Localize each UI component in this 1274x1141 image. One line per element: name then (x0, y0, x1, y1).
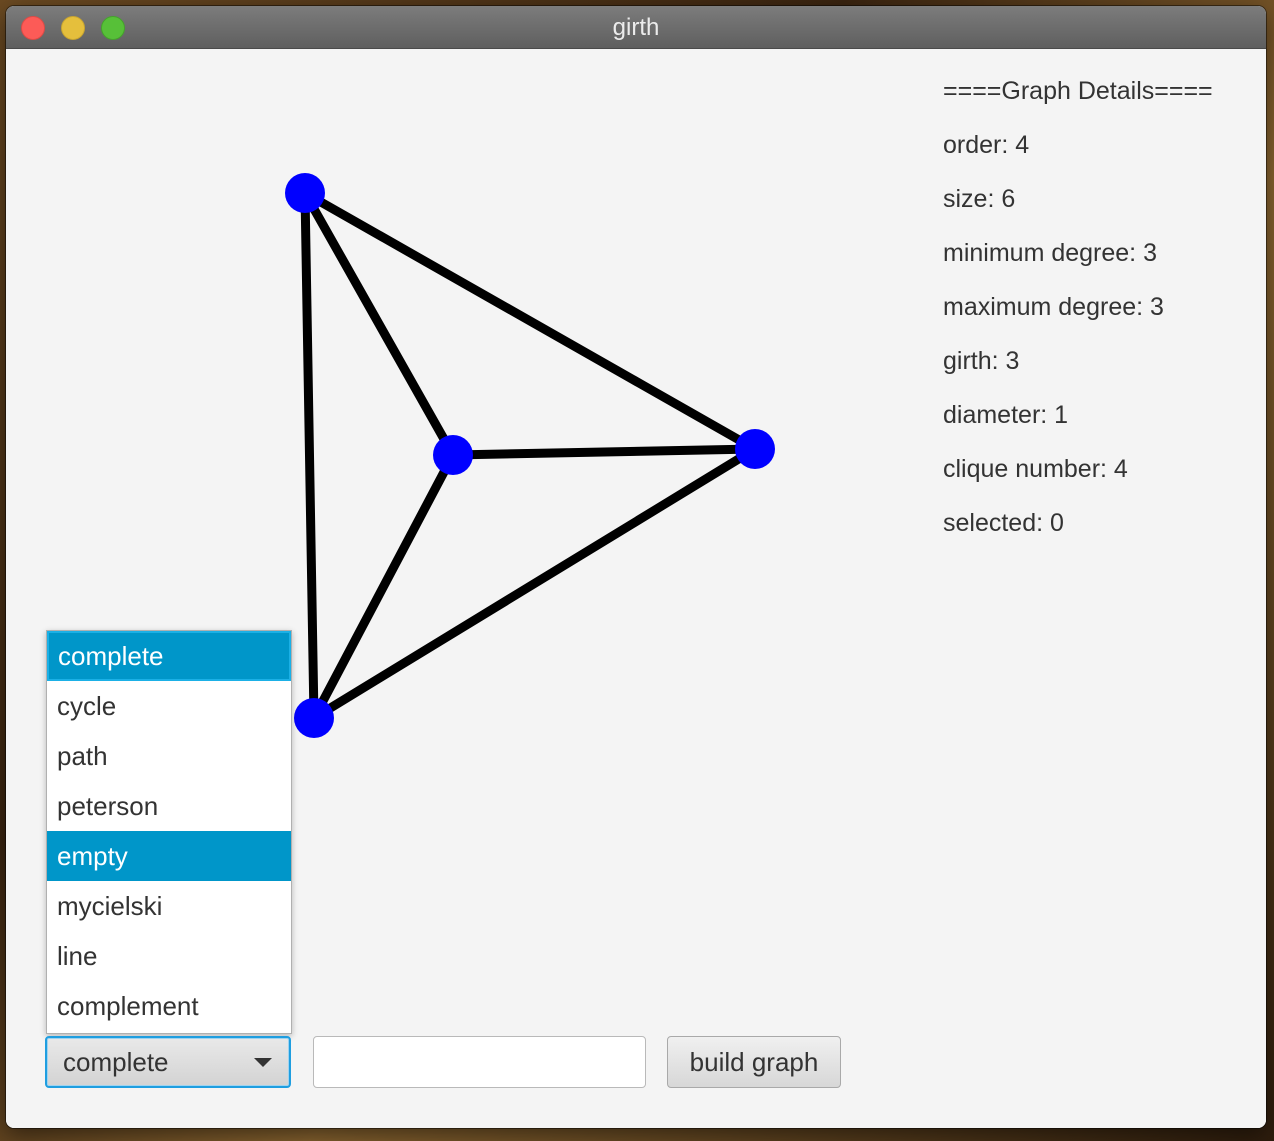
graph-vertex[interactable] (735, 429, 775, 469)
detail-diameter: diameter: 1 (943, 401, 1069, 429)
detail-girth: girth: 3 (943, 347, 1020, 375)
chevron-down-icon[interactable] (254, 1058, 272, 1067)
graph-parameter-input[interactable] (313, 1036, 646, 1088)
window-title: girth (612, 14, 660, 41)
graph-edges (300, 188, 760, 723)
graph-vertex[interactable] (285, 173, 325, 213)
graph-details-panel: ====Graph Details==== order: 4 size: 6 m… (943, 71, 1263, 557)
graph-type-select[interactable]: complete (45, 1036, 291, 1088)
dropdown-option-peterson[interactable]: peterson (47, 781, 291, 831)
dropdown-option-complement[interactable]: complement (47, 981, 291, 1031)
detail-clique-number: clique number: 4 (943, 455, 1128, 483)
graph-details-header: ====Graph Details==== (943, 77, 1213, 105)
graph-vertex[interactable] (294, 698, 334, 738)
detail-order: order: 4 (943, 131, 1030, 159)
dropdown-option-mycielski[interactable]: mycielski (47, 881, 291, 931)
dropdown-option-cycle[interactable]: cycle (47, 681, 291, 731)
detail-size: size: 6 (943, 185, 1016, 213)
main-content: ====Graph Details==== order: 4 size: 6 m… (6, 49, 1266, 1128)
detail-minimum-degree: minimum degree: 3 (943, 239, 1157, 267)
app-window: girth ====Graph Details==== order: 4 siz… (6, 6, 1266, 1128)
graph-type-dropdown-list: complete cycle path peterson empty mycie… (46, 630, 292, 1034)
dropdown-option-line[interactable]: line (47, 931, 291, 981)
title-bar[interactable]: girth (6, 6, 1266, 49)
detail-selected: selected: 0 (943, 509, 1064, 537)
dropdown-option-path[interactable]: path (47, 731, 291, 781)
build-graph-button[interactable]: build graph (667, 1036, 841, 1088)
graph-type-selected-value: complete (63, 1047, 169, 1077)
graph-vertex[interactable] (433, 435, 473, 475)
dropdown-option-empty[interactable]: empty (47, 831, 291, 881)
graph-edge[interactable] (448, 444, 760, 460)
detail-maximum-degree: maximum degree: 3 (943, 293, 1164, 321)
dropdown-option-complete[interactable]: complete (47, 631, 291, 681)
graph-edge[interactable] (300, 188, 319, 723)
